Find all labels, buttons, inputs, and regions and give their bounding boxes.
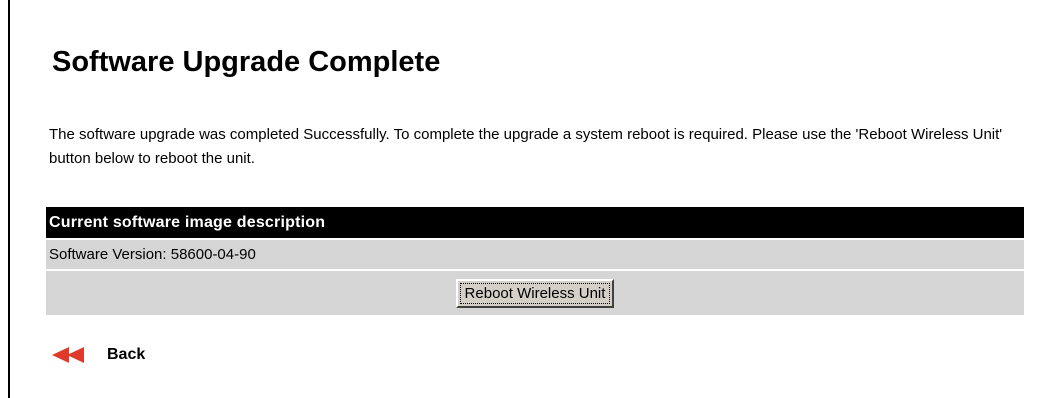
software-version: Software Version: 58600-04-90 (46, 238, 1024, 270)
upgrade-message: The software upgrade was completed Succe… (49, 126, 1003, 167)
button-cell: Reboot Wireless Unit (46, 269, 1024, 315)
back-link[interactable]: Back (52, 346, 145, 364)
back-label: Back (107, 346, 146, 363)
table-header-row: Current software image description (46, 207, 1024, 239)
frame-border (8, 0, 10, 398)
table-row: Software Version: 58600-04-90 (46, 238, 1024, 270)
table-header: Current software image description (46, 207, 1024, 239)
software-image-table: Current software image description Softw… (46, 207, 1024, 315)
reboot-wireless-unit-button[interactable]: Reboot Wireless Unit (455, 278, 615, 308)
double-left-arrow-icon (52, 346, 88, 364)
page-title: Software Upgrade Complete (52, 46, 441, 78)
button-row: Reboot Wireless Unit (46, 269, 1024, 315)
